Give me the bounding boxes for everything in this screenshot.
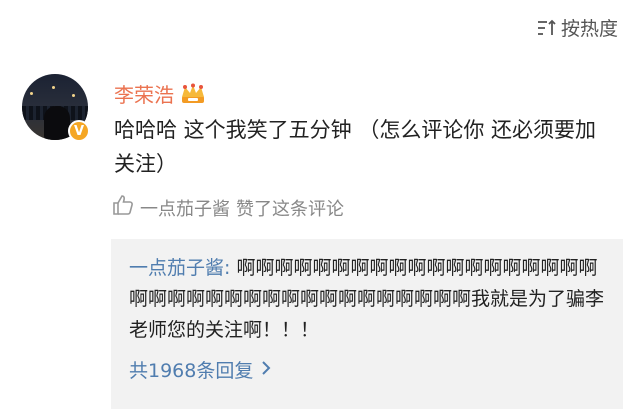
reply-item: 一点茄子酱: 啊啊啊啊啊啊啊啊啊啊啊啊啊啊啊啊啊啊啊啊啊啊啊啊啊啊啊啊啊啊啊啊啊… <box>129 253 605 346</box>
chevron-right-icon <box>261 359 271 381</box>
like-info: 一点茄子酱 赞了这条评论 <box>112 194 344 221</box>
sort-by-hot-button[interactable]: 按热度 <box>537 14 618 41</box>
like-action-text: 赞了这条评论 <box>236 198 344 220</box>
username-label: 李荣浩 <box>114 83 174 107</box>
thumbs-up-icon[interactable] <box>112 194 134 221</box>
reply-preview-box[interactable]: 一点茄子酱: 啊啊啊啊啊啊啊啊啊啊啊啊啊啊啊啊啊啊啊啊啊啊啊啊啊啊啊啊啊啊啊啊啊… <box>111 239 623 409</box>
view-all-replies-link[interactable]: 共1968条回复 <box>129 356 605 383</box>
verified-badge: V <box>68 120 90 142</box>
avatar[interactable]: V <box>22 74 90 142</box>
crown-icon <box>180 83 206 105</box>
comment-username[interactable]: 李荣浩 <box>114 79 206 108</box>
sort-label: 按热度 <box>560 18 618 40</box>
comment-text: 哈哈哈 这个我笑了五分钟 （怎么评论你 还必须要加关注） <box>114 118 597 176</box>
reply-count-label: 共1968条回复 <box>129 360 254 382</box>
liker-name[interactable]: 一点茄子酱 <box>140 195 230 221</box>
sort-icon <box>537 19 557 37</box>
reply-author[interactable]: 一点茄子酱: <box>129 257 230 279</box>
